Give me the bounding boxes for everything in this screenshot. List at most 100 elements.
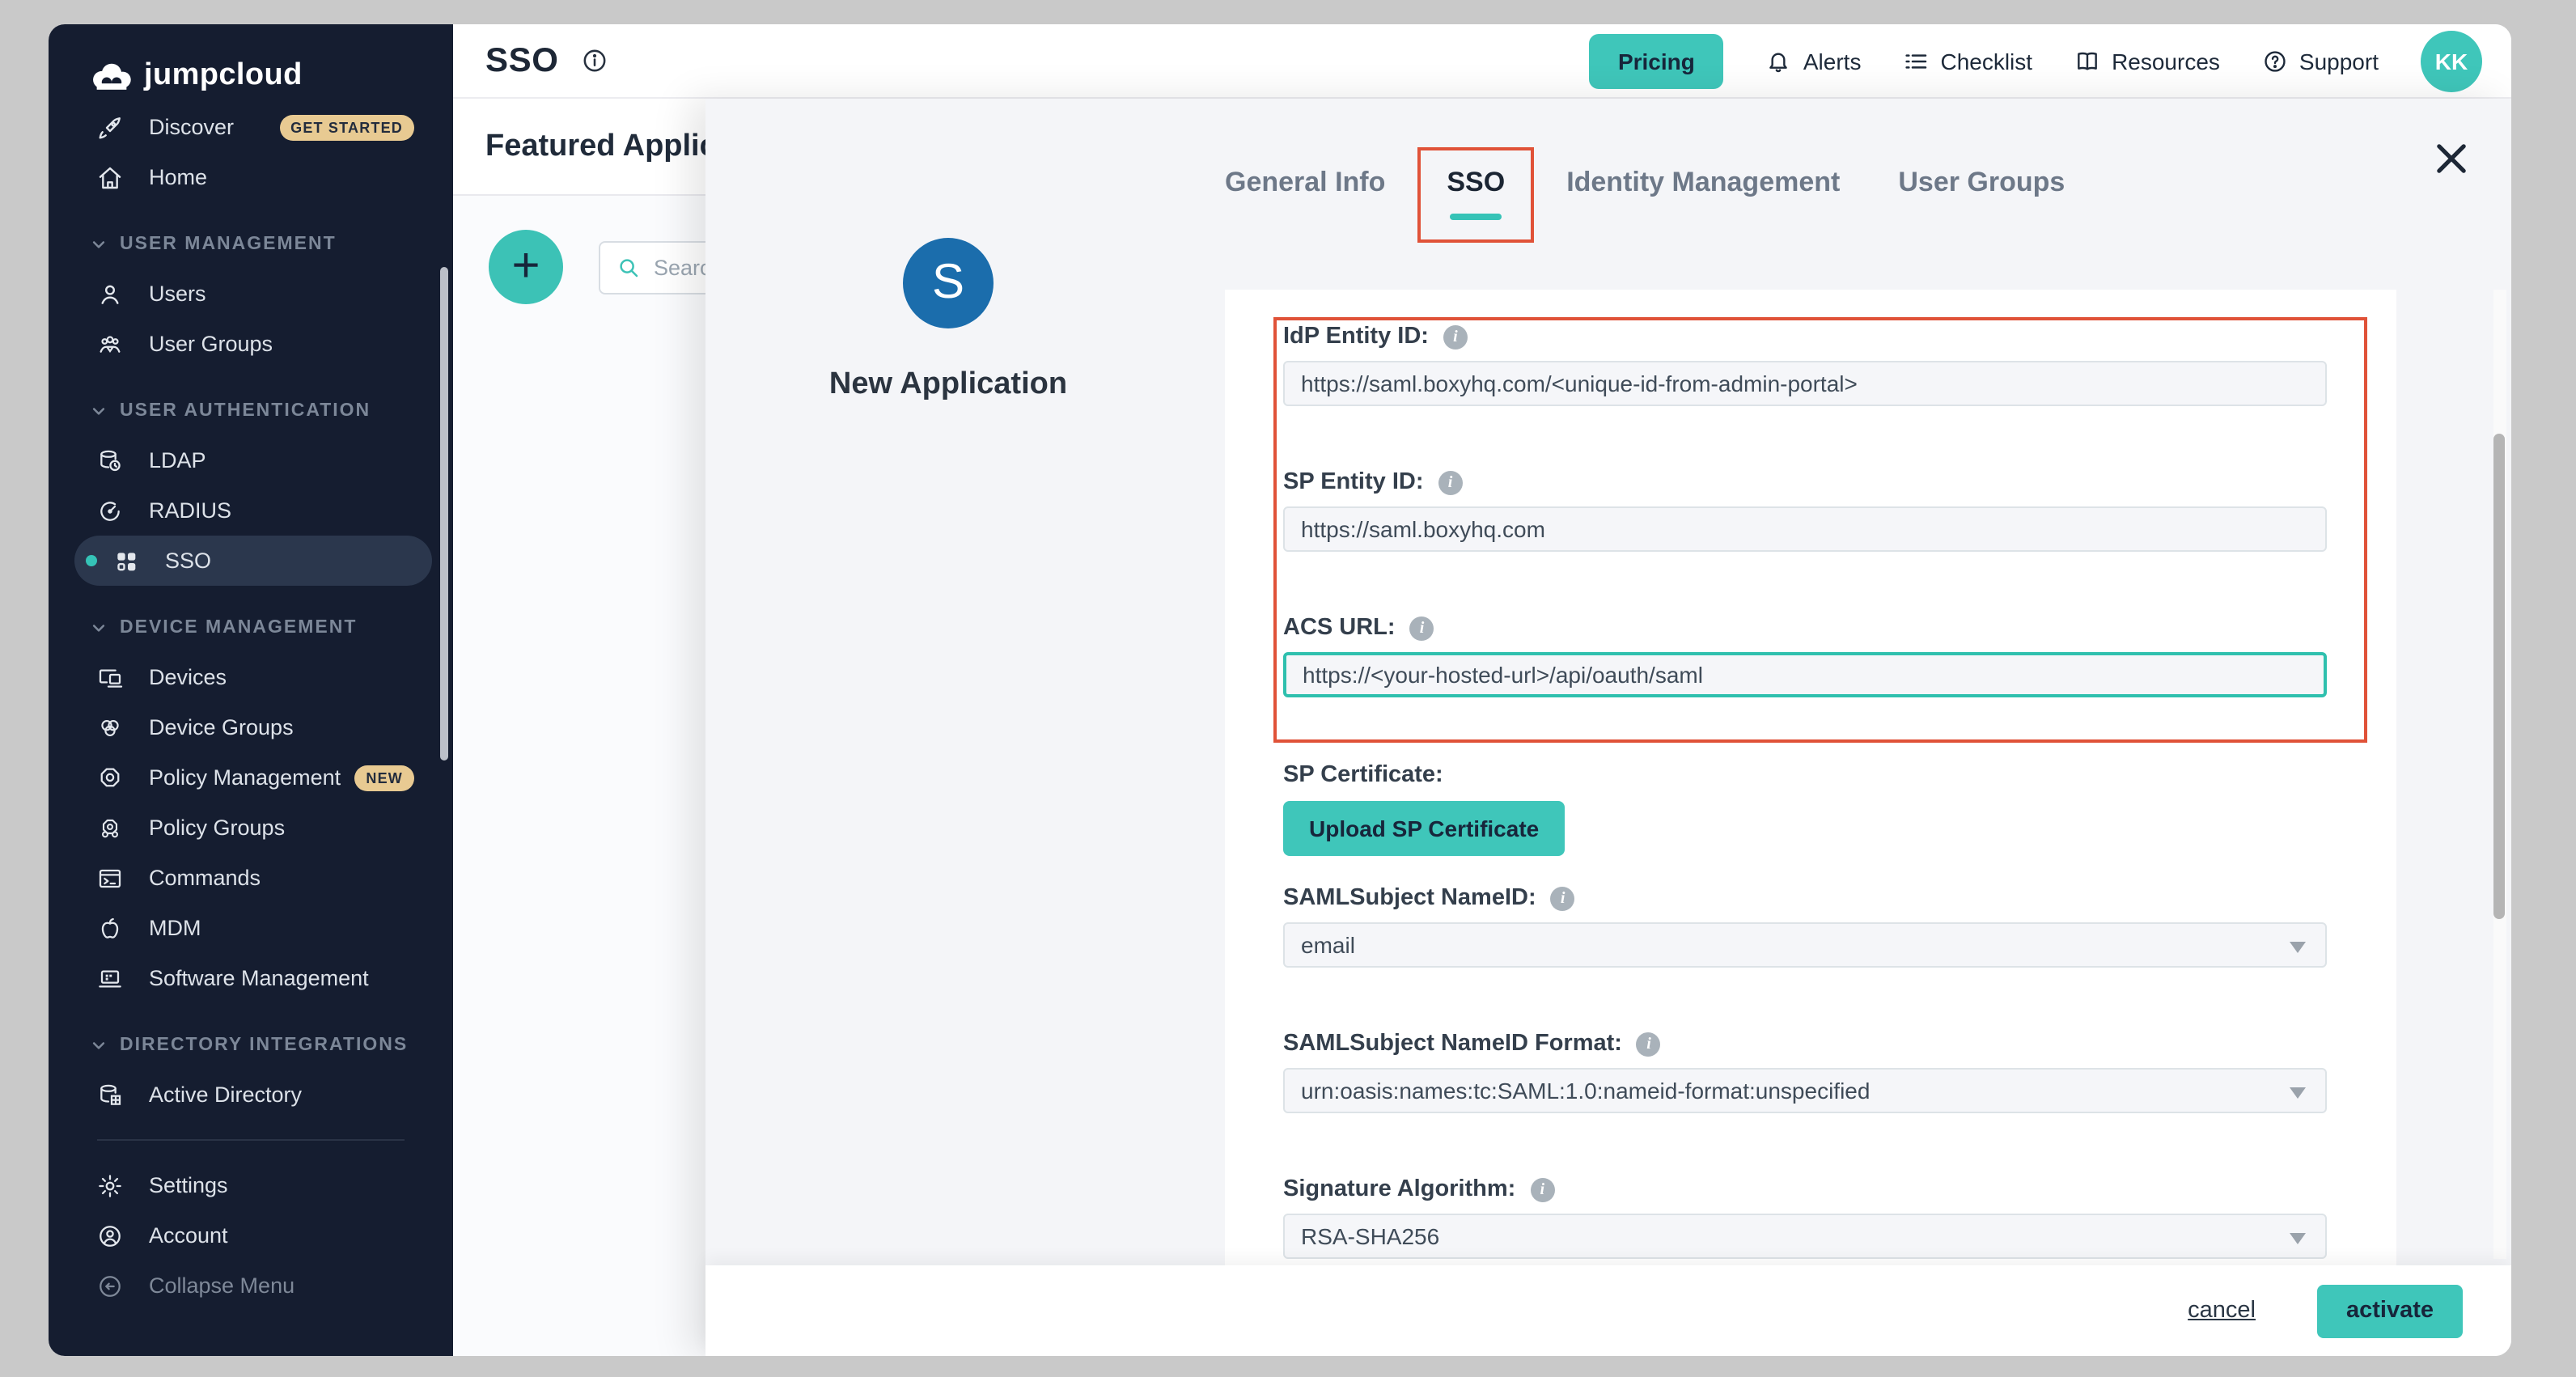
tab-sso[interactable]: SSO — [1447, 167, 1505, 199]
top-header: SSO Pricing Alerts Checklist — [453, 24, 2511, 99]
database-clock-icon — [97, 447, 123, 473]
upload-sp-certificate-button[interactable]: Upload SP Certificate — [1283, 801, 1565, 856]
terminal-icon — [97, 865, 123, 891]
idp-entity-id-input[interactable] — [1283, 361, 2327, 406]
sidebar-item-label: Settings — [149, 1173, 228, 1197]
signature-algorithm-label: Signature Algorithm: i — [1283, 1176, 2327, 1202]
sidebar-item-discover[interactable]: Discover GET STARTED — [49, 102, 453, 152]
checklist-button[interactable]: Checklist — [1903, 48, 2032, 74]
info-icon[interactable] — [582, 47, 609, 74]
sidebar-item-collapse-menu[interactable]: Collapse Menu — [49, 1260, 453, 1311]
policy-groups-icon — [97, 815, 123, 841]
modal-footer: cancel activate — [705, 1265, 2511, 1356]
sidebar-item-commands[interactable]: Commands — [49, 853, 453, 903]
section-title: USER MANAGEMENT — [120, 234, 337, 253]
checklist-icon — [1903, 48, 1929, 74]
add-application-button[interactable]: + — [489, 230, 563, 304]
info-icon[interactable]: i — [1443, 324, 1468, 349]
modal-scrollbar-thumb[interactable] — [2493, 434, 2505, 919]
nameid-label: SAMLSubject NameID: i — [1283, 885, 2327, 911]
sidebar-item-radius[interactable]: RADIUS — [49, 485, 453, 536]
sidebar-item-settings[interactable]: Settings — [49, 1160, 453, 1210]
devices-icon — [97, 664, 123, 690]
section-device-management[interactable]: DEVICE MANAGEMENT — [49, 602, 453, 652]
person-circle-icon — [97, 1222, 123, 1248]
home-icon — [97, 164, 123, 190]
nameid-format-selected-value: urn:oasis:names:tc:SAML:1.0:nameid-forma… — [1301, 1078, 1870, 1104]
pricing-button[interactable]: Pricing — [1589, 33, 1724, 88]
sidebar-item-users[interactable]: Users — [49, 269, 453, 319]
info-icon[interactable]: i — [1438, 470, 1463, 494]
sidebar-item-sso[interactable]: SSO — [74, 536, 432, 586]
resources-label: Resources — [2112, 48, 2220, 74]
info-icon[interactable]: i — [1637, 1032, 1661, 1056]
policy-icon — [97, 765, 123, 790]
idp-entity-id-label: IdP Entity ID: i — [1283, 324, 2327, 350]
signature-algorithm-select[interactable]: RSA-SHA256 — [1283, 1214, 2327, 1259]
sidebar-item-mdm[interactable]: MDM — [49, 903, 453, 953]
section-user-authentication[interactable]: USER AUTHENTICATION — [49, 385, 453, 435]
page-title: SSO — [485, 41, 559, 80]
cancel-link[interactable]: cancel — [2188, 1298, 2256, 1324]
nameid-selected-value: email — [1301, 932, 1355, 958]
new-application-modal: S New Application General Info SSO Ident… — [705, 99, 2511, 1356]
tab-identity-management[interactable]: Identity Management — [1566, 147, 1840, 199]
sidebar-item-ldap[interactable]: LDAP — [49, 435, 453, 485]
sidebar-divider — [97, 1139, 405, 1141]
acs-url-input[interactable] — [1283, 652, 2327, 697]
activate-button[interactable]: activate — [2317, 1284, 2463, 1337]
nameid-format-select[interactable]: urn:oasis:names:tc:SAML:1.0:nameid-forma… — [1283, 1068, 2327, 1113]
acs-url-label: ACS URL: i — [1283, 615, 2327, 641]
nameid-select[interactable]: email — [1283, 922, 2327, 968]
jumpcloud-logo: jumpcloud — [49, 24, 453, 102]
book-icon — [2074, 48, 2100, 74]
acs-url-group: ACS URL: i — [1283, 615, 2327, 697]
info-icon[interactable]: i — [1551, 886, 1575, 910]
info-icon[interactable]: i — [1530, 1177, 1554, 1201]
nameid-format-group: SAMLSubject NameID Format: i urn:oasis:n… — [1283, 1031, 2327, 1113]
active-tab-underline — [1450, 214, 1502, 220]
sidebar-item-label: SSO — [165, 549, 211, 573]
resources-button[interactable]: Resources — [2074, 48, 2220, 74]
sidebar-item-label: MDM — [149, 916, 201, 940]
chevron-down-icon — [91, 402, 107, 418]
sidebar-item-home[interactable]: Home — [49, 152, 453, 202]
sidebar-item-label: Policy Groups — [149, 816, 285, 840]
sp-entity-id-label: SP Entity ID: i — [1283, 469, 2327, 495]
sidebar-item-policy-groups[interactable]: Policy Groups — [49, 803, 453, 853]
sp-entity-id-input[interactable] — [1283, 506, 2327, 552]
tab-user-groups[interactable]: User Groups — [1898, 147, 2065, 199]
support-label: Support — [2299, 48, 2379, 74]
bell-icon — [1766, 48, 1792, 74]
alerts-button[interactable]: Alerts — [1766, 48, 1862, 74]
application-avatar: S — [903, 238, 994, 328]
venn-icon — [97, 714, 123, 740]
info-icon[interactable]: i — [1410, 616, 1434, 640]
section-title: DEVICE MANAGEMENT — [120, 617, 357, 637]
chevron-down-icon — [91, 619, 107, 635]
sidebar-item-policy-management[interactable]: Policy Management NEW — [49, 752, 453, 803]
sidebar-item-label: Home — [149, 165, 207, 189]
section-directory-integrations[interactable]: DIRECTORY INTEGRATIONS — [49, 1019, 453, 1070]
sidebar-item-device-groups[interactable]: Device Groups — [49, 702, 453, 752]
dropdown-arrow-icon — [2290, 1233, 2306, 1244]
user-groups-icon — [97, 331, 123, 357]
sidebar-item-software-management[interactable]: Software Management — [49, 953, 453, 1003]
close-icon[interactable] — [2430, 138, 2472, 180]
tab-general-info[interactable]: General Info — [1225, 147, 1385, 199]
sidebar-item-account[interactable]: Account — [49, 1210, 453, 1260]
sidebar-item-user-groups[interactable]: User Groups — [49, 319, 453, 369]
collapse-icon — [97, 1273, 123, 1299]
support-button[interactable]: Support — [2262, 48, 2379, 74]
sidebar-item-devices[interactable]: Devices — [49, 652, 453, 702]
sidebar-item-label: Device Groups — [149, 715, 294, 739]
section-user-management[interactable]: USER MANAGEMENT — [49, 218, 453, 269]
sidebar-scrollbar[interactable] — [440, 267, 448, 761]
modal-tabs: General Info SSO Identity Management Use… — [1225, 147, 2123, 243]
help-icon — [2262, 48, 2288, 74]
desktop-backdrop: jumpcloud Discover GET STARTED Home USER… — [0, 0, 2576, 1377]
gear-icon — [97, 1172, 123, 1198]
sidebar-item-label: Active Directory — [149, 1083, 302, 1107]
sidebar-item-active-directory[interactable]: Active Directory — [49, 1070, 453, 1120]
user-avatar[interactable]: KK — [2421, 30, 2482, 91]
